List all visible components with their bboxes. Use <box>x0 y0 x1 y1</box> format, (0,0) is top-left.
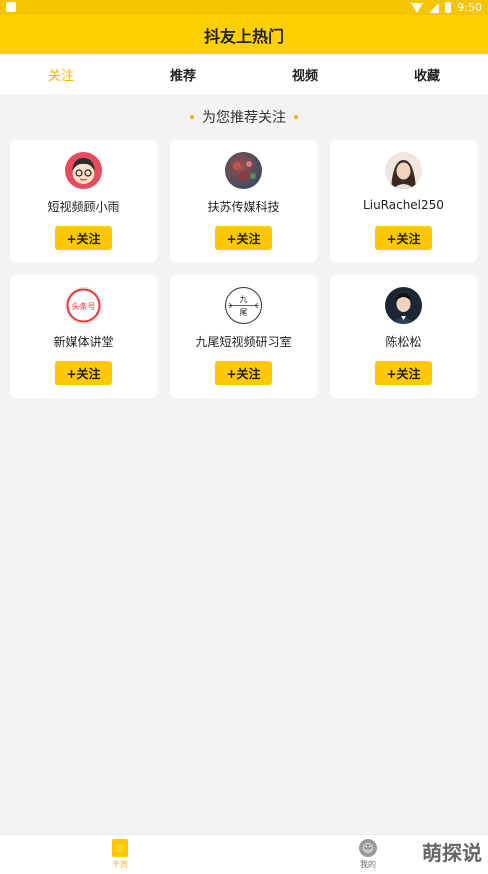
decor-dot-right <box>294 115 298 119</box>
svg-text:尾: 尾 <box>240 308 248 317</box>
status-bar: 9:50 <box>0 0 488 15</box>
bottom-nav: ☆ 干货 ☺ 我的 <box>0 834 488 874</box>
recommend-card: 头条号 新媒体讲堂 +关注 <box>10 275 157 398</box>
status-time: 9:50 <box>457 1 482 14</box>
nav-item-ganhuo[interactable]: ☆ 干货 <box>100 839 140 873</box>
status-icons: 9:50 <box>411 0 482 15</box>
recommend-section-header: 为您推荐关注 <box>0 104 488 130</box>
user-name: 短视频顾小雨 <box>47 200 120 214</box>
tab-favorites[interactable]: 收藏 <box>366 54 488 94</box>
svg-text:九: 九 <box>240 295 248 304</box>
user-name: 九尾短视频研习室 <box>195 335 292 349</box>
section-title: 为您推荐关注 <box>202 110 286 126</box>
battery-icon <box>445 2 452 13</box>
recommend-card: 扶苏传媒科技 +关注 <box>170 140 317 263</box>
page-title: 抖友上热门 <box>203 26 284 46</box>
recommend-card: LiuRachel250 +关注 <box>330 140 477 263</box>
tab-bar: 关注 推荐 视频 收藏 <box>0 54 488 94</box>
follow-button[interactable]: +关注 <box>375 361 432 385</box>
decor-dot-left <box>190 115 194 119</box>
follow-button[interactable]: +关注 <box>215 361 272 385</box>
recommend-card: 短视频顾小雨 +关注 <box>10 140 157 263</box>
recommendation-grid: 短视频顾小雨 +关注 扶苏传媒科技 +关注 LiuRachel250 +关注 头… <box>10 140 478 398</box>
follow-button[interactable]: +关注 <box>215 226 272 250</box>
tab-following[interactable]: 关注 <box>0 54 122 94</box>
woman-photo-avatar[interactable] <box>385 152 422 189</box>
nav-label: 我的 <box>360 860 376 869</box>
recommend-card: 陈松松 +关注 <box>330 275 477 398</box>
user-name: 新媒体讲堂 <box>53 335 114 349</box>
man-photo-avatar[interactable] <box>385 287 422 324</box>
jiuwei-logo-avatar[interactable]: 九 尾 <box>225 287 262 324</box>
smile-icon: ☺ <box>359 839 377 857</box>
follow-button[interactable]: +关注 <box>55 361 112 385</box>
user-name: 陈松松 <box>385 335 422 349</box>
toutiao-logo-avatar[interactable]: 头条号 <box>65 287 102 324</box>
watermark: 萌探说 <box>422 841 482 865</box>
star-icon: ☆ <box>112 839 128 857</box>
user-name: 扶苏传媒科技 <box>207 200 280 214</box>
tab-videos[interactable]: 视频 <box>244 54 366 94</box>
wifi-icon <box>411 2 424 13</box>
nav-label: 干货 <box>112 860 128 869</box>
app-header: 抖友上热门 <box>0 15 488 54</box>
signal-icon <box>429 2 440 13</box>
svg-text:头条号: 头条号 <box>72 301 96 311</box>
user-name: LiuRachel250 <box>363 198 444 212</box>
cartoon-girl-avatar[interactable] <box>65 152 102 189</box>
tab-recommended[interactable]: 推荐 <box>122 54 244 94</box>
recommend-card: 九 尾 九尾短视频研习室 +关注 <box>170 275 317 398</box>
nav-item-mine[interactable]: ☺ 我的 <box>348 839 388 873</box>
follow-button[interactable]: +关注 <box>375 226 432 250</box>
follow-button[interactable]: +关注 <box>55 226 112 250</box>
flower-photo-avatar[interactable] <box>225 152 262 189</box>
notification-icon <box>6 2 16 12</box>
